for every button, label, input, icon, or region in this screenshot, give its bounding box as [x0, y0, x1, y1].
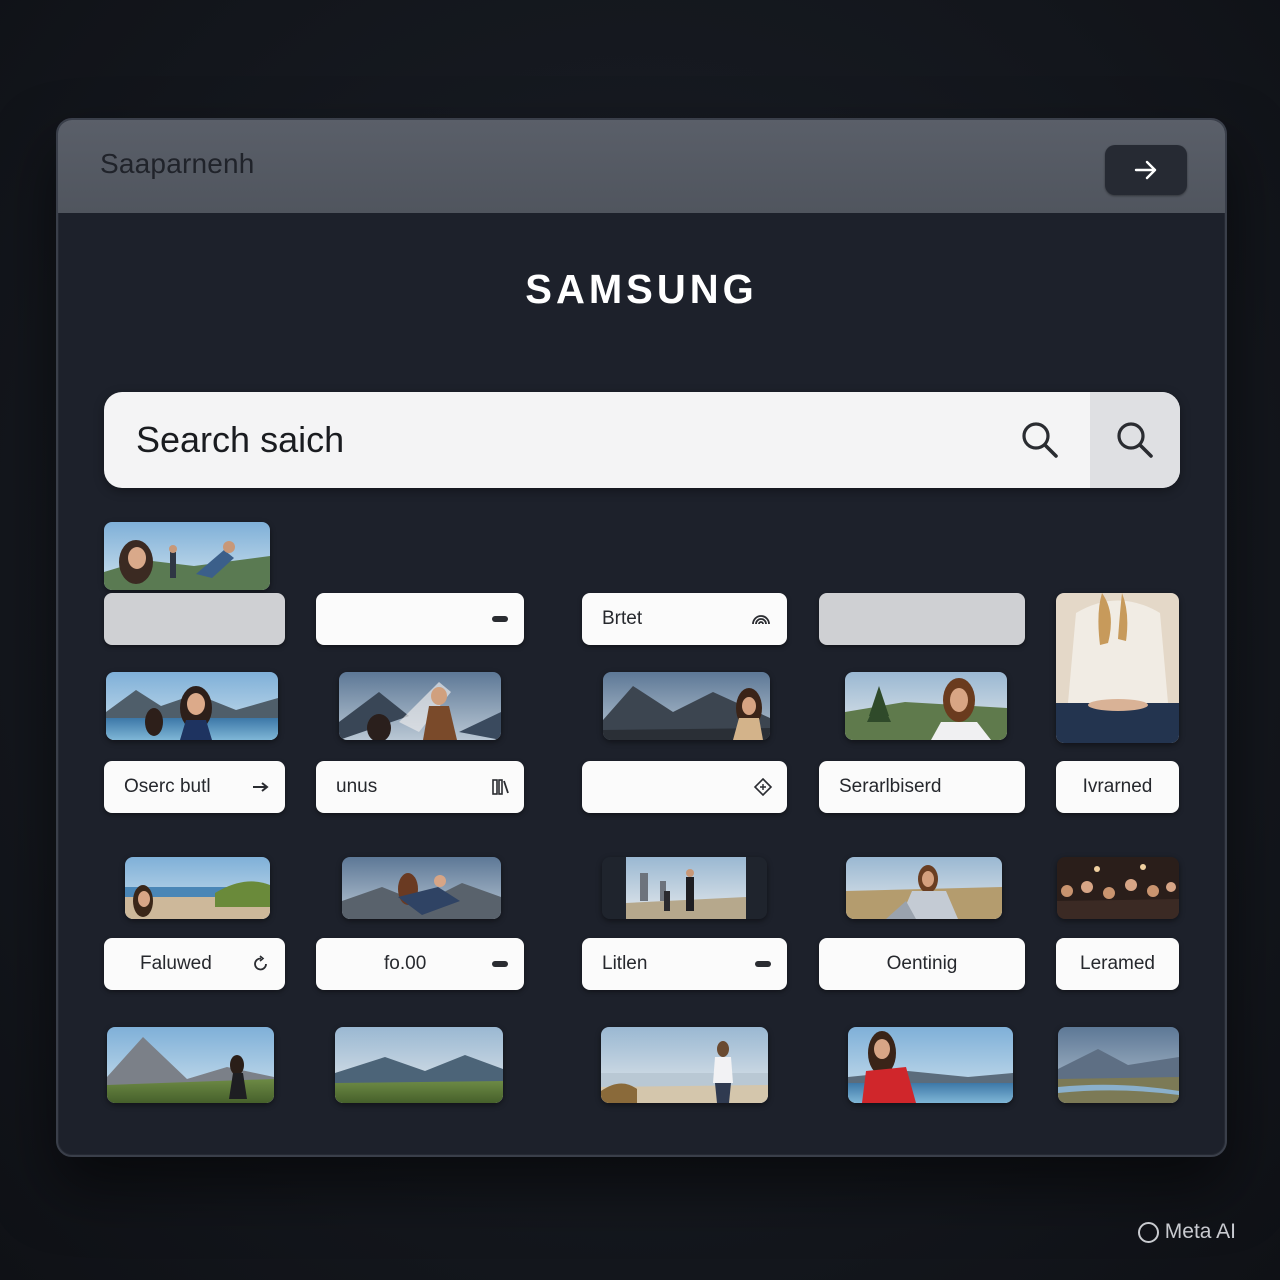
filter-chip[interactable]: Oserc butl	[104, 761, 285, 813]
filter-chip[interactable]	[819, 593, 1025, 645]
photo-thumbnail[interactable]	[104, 522, 270, 590]
window-title: Saaparnenh	[100, 148, 255, 179]
dash-icon	[492, 961, 508, 967]
search-input[interactable]	[136, 392, 996, 488]
filter-chip[interactable]: Oentinig	[819, 938, 1025, 990]
arrow-right-icon	[253, 782, 269, 792]
filter-chip[interactable]: Brtet	[582, 593, 787, 645]
chip-label: Oserc butl	[124, 776, 211, 797]
chip-label: Brtet	[602, 608, 643, 629]
chip-label: Serarlbiserd	[839, 776, 942, 797]
watermark: Meta AI	[1137, 1220, 1236, 1244]
search-icon	[1117, 422, 1153, 458]
photo-thumbnail[interactable]	[125, 857, 270, 919]
rainbow-icon	[752, 615, 770, 625]
filter-chip[interactable]: unus	[316, 761, 524, 813]
photo-thumbnail[interactable]	[848, 1027, 1013, 1103]
photo-thumbnail[interactable]	[339, 672, 501, 740]
photo-thumbnail[interactable]	[845, 672, 1007, 740]
photo-thumbnail[interactable]	[1058, 1027, 1179, 1103]
filter-chip[interactable]: Faluwed	[104, 938, 285, 990]
dash-icon	[492, 616, 508, 622]
watermark-text: Meta AI	[1164, 1220, 1236, 1243]
chip-label: Oentinig	[886, 953, 958, 974]
chip-label: fo.00	[384, 953, 427, 974]
photo-thumbnail[interactable]	[342, 857, 501, 919]
filter-chip[interactable]: Litlen	[582, 938, 787, 990]
search-bar	[104, 392, 1180, 488]
app-window: Saaparnenh SAMSUNG Search saich Brtet Os…	[56, 118, 1227, 1157]
photo-thumbnail[interactable]	[335, 1027, 503, 1103]
photo-thumbnail[interactable]	[601, 1027, 768, 1103]
brand-logo: SAMSUNG	[525, 267, 758, 313]
diamond-icon	[753, 778, 773, 796]
filter-chip[interactable]: Leramed	[1056, 938, 1179, 990]
arrow-right-icon	[1134, 160, 1157, 180]
photo-thumbnail[interactable]	[1057, 857, 1179, 919]
chip-label: Ivrarned	[1082, 776, 1153, 797]
photo-thumbnail[interactable]	[107, 1027, 274, 1103]
filter-chip[interactable]: fo.00	[316, 938, 524, 990]
chip-label: Leramed	[1080, 953, 1155, 974]
search-button[interactable]	[1090, 392, 1180, 488]
photo-thumbnail[interactable]	[1056, 593, 1179, 743]
chip-label: Faluwed	[140, 953, 212, 974]
filter-chip[interactable]	[104, 593, 285, 645]
filter-chip[interactable]	[316, 593, 524, 645]
chip-label: Litlen	[602, 953, 648, 974]
photo-thumbnail[interactable]	[602, 857, 767, 919]
go-button[interactable]	[1105, 145, 1187, 195]
filter-chip[interactable]	[582, 761, 787, 813]
photo-thumbnail[interactable]	[603, 672, 770, 740]
search-icon[interactable]	[1018, 418, 1062, 462]
refresh-icon	[254, 955, 267, 971]
dash-icon	[755, 961, 771, 967]
meta-ai-logo-icon	[1137, 1221, 1159, 1243]
filter-chip[interactable]: Serarlbiserd	[819, 761, 1025, 813]
photo-thumbnail[interactable]	[106, 672, 278, 740]
photo-thumbnail[interactable]	[846, 857, 1002, 919]
filter-chip[interactable]: Ivrarned	[1056, 761, 1179, 813]
book-icon	[492, 779, 509, 795]
chip-label: unus	[336, 776, 378, 797]
title-bar: Saaparnenh	[58, 120, 1225, 213]
